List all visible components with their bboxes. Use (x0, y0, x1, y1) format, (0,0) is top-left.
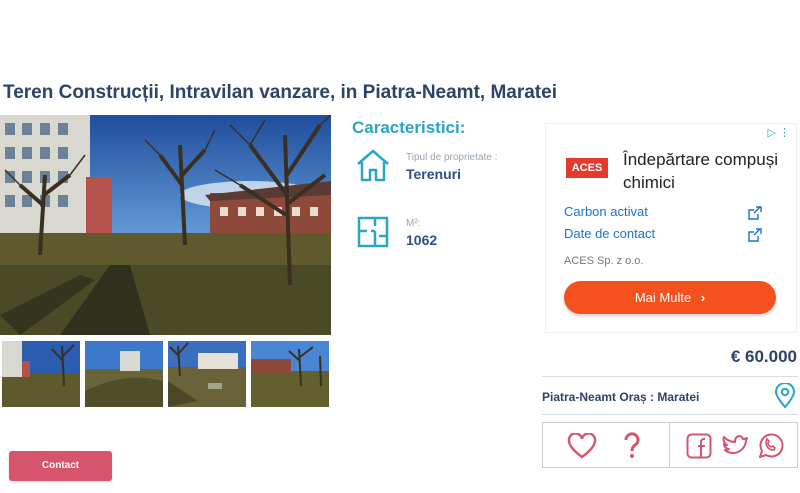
ad-company: ACES Sp. z o.o. (564, 255, 644, 267)
ad-link-carbon[interactable]: Carbon activat (564, 204, 648, 219)
heart-icon[interactable] (567, 433, 597, 459)
price: € 60.000 (730, 347, 797, 366)
facebook-icon[interactable] (686, 433, 712, 459)
adchoices-icon[interactable]: ▷ ⋮ (767, 126, 790, 139)
house-icon (357, 149, 389, 182)
ad-cta-label: Mai Multe (634, 290, 692, 305)
ad-panel[interactable]: ▷ ⋮ ACES Îndepărtare compuși chimici Car… (545, 123, 797, 333)
twitter-icon[interactable] (721, 434, 749, 458)
floorplan-icon (357, 216, 389, 248)
whatsapp-icon[interactable] (756, 432, 784, 460)
features-heading: Caracteristici: (352, 118, 466, 137)
contact-button[interactable]: Contact (9, 451, 112, 481)
divider (669, 423, 670, 467)
ad-cta-button[interactable]: Mai Multe › (564, 281, 776, 314)
thumbnail-2[interactable] (85, 341, 163, 407)
thumbnail-4[interactable] (251, 341, 329, 407)
thumbnail-strip (2, 341, 332, 407)
external-link-icon[interactable] (748, 228, 762, 242)
property-photo (0, 115, 331, 335)
chevron-right-icon: › (700, 290, 706, 305)
thumbnail-1[interactable] (2, 341, 80, 407)
area-label: M²: (406, 218, 421, 229)
ad-logo-tagline (566, 152, 608, 157)
thumbnail-3[interactable] (168, 341, 246, 407)
main-photo[interactable] (0, 115, 331, 335)
area-value: 1062 (406, 232, 438, 248)
external-link-icon[interactable] (748, 206, 762, 220)
property-type-value: Terenuri (406, 166, 461, 182)
property-type-label: Tipul de proprietate : (406, 152, 498, 163)
location: Piatra-Neamt Oraș : Maratei (542, 390, 700, 404)
divider (542, 376, 798, 377)
ad-link-contact[interactable]: Date de contact (564, 226, 655, 241)
page-title: Teren Construcții, Intravilan vanzare, i… (3, 82, 557, 103)
ad-headline[interactable]: Îndepărtare compuși chimici (623, 148, 793, 194)
divider (542, 414, 798, 415)
map-pin-icon[interactable] (774, 383, 796, 409)
ad-logo: ACES (566, 158, 608, 178)
question-icon[interactable] (621, 432, 643, 460)
actions-bar (542, 422, 798, 468)
